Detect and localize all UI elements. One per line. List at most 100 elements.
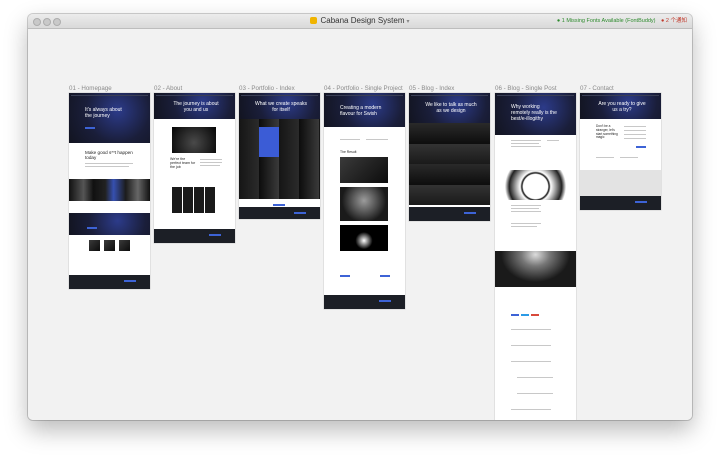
text-line <box>200 162 222 163</box>
blog-nav <box>411 95 488 96</box>
social-links <box>124 280 136 282</box>
text-line <box>366 139 388 140</box>
homepage-hero-title: It's always about the journey <box>85 107 122 119</box>
about-hero-title: The journey is about you and us <box>173 101 219 113</box>
artboard-label-contact[interactable]: 07 - Contact <box>580 85 614 92</box>
portfolio-load-more-button <box>273 204 285 206</box>
text-line <box>511 146 541 147</box>
team-photo <box>89 240 100 251</box>
text-line <box>511 211 541 212</box>
post-hero: Why working remotely really is the best/… <box>495 93 576 135</box>
portfolio-hero-title: What we create speaks for itself <box>255 101 307 113</box>
comment-line <box>511 361 551 362</box>
blog-hero: We like to talk as much as we design <box>409 93 490 123</box>
blog-post-grid <box>409 123 490 205</box>
homepage-band-button <box>87 227 97 229</box>
contact-nav <box>582 95 659 96</box>
project-photo <box>340 157 388 183</box>
portfolio-hero: What we create speaks for itself <box>239 93 320 119</box>
project-next-button <box>380 275 390 277</box>
homepage-hero-cta <box>85 127 95 129</box>
text-line <box>85 166 129 167</box>
artboard-portfolio-single[interactable]: Creating a modern flavour for Swish The … <box>324 93 405 309</box>
text-line <box>340 139 360 140</box>
about-nav <box>156 95 233 96</box>
contact-map <box>580 170 661 196</box>
artboard-label-portfolio-single[interactable]: 04 - Portfolio - Single Project <box>324 85 403 92</box>
text-line <box>511 223 541 224</box>
artboard-about[interactable]: The journey is about you and us We're th… <box>154 93 235 243</box>
blog-hero-title: We like to talk as much as we design <box>425 102 477 114</box>
artboard-homepage[interactable]: It's always about the journey Make good … <box>69 93 150 289</box>
text-line <box>511 143 539 144</box>
contact-submit-button <box>636 146 646 148</box>
social-links <box>294 212 306 214</box>
artboard-label-about[interactable]: 02 - About <box>154 85 182 92</box>
contact-hero: Are you ready to give us a try? <box>580 93 661 119</box>
form-field <box>624 138 646 139</box>
artboard-contact[interactable]: Are you ready to give us a try? Don't be… <box>580 93 661 210</box>
team-photo <box>119 240 130 251</box>
text-line <box>511 226 537 227</box>
title-bar-notifications: ● 1 Missing Fonts Available (FontBuddy) … <box>557 16 687 26</box>
social-links <box>464 212 476 214</box>
contact-hero-title: Are you ready to give us a try? <box>598 101 646 113</box>
contact-footer <box>580 196 661 210</box>
form-field <box>624 134 646 135</box>
project-prev-button <box>340 275 350 277</box>
missing-fonts-notice[interactable]: ● 1 Missing Fonts Available (FontBuddy) <box>557 18 656 24</box>
artboard-blog-single[interactable]: Why working remotely really is the best/… <box>495 93 576 420</box>
project-hero: Creating a modern flavour for Swish <box>324 93 405 127</box>
missing-fonts-text: 1 Missing Fonts Available (FontBuddy) <box>561 18 656 24</box>
sketch-app-icon <box>310 17 318 24</box>
text-line <box>200 165 220 166</box>
artboard-label-portfolio-index[interactable]: 03 - Portfolio - Index <box>239 85 295 92</box>
homepage-photo-strip <box>69 179 150 201</box>
project-nav <box>326 95 403 96</box>
blog-footer <box>409 207 490 221</box>
text-line <box>85 163 133 164</box>
text-line <box>511 208 539 209</box>
artboard-label-blog-single[interactable]: 06 - Blog - Single Post <box>495 85 557 92</box>
portfolio-nav <box>241 95 318 96</box>
about-team-grid <box>172 187 216 213</box>
project-photo <box>340 225 388 251</box>
about-footer <box>154 229 235 243</box>
design-canvas[interactable]: 01 - Homepage It's always about the jour… <box>28 29 692 420</box>
artboard-blog-index[interactable]: We like to talk as much as we design <box>409 93 490 221</box>
address-line <box>620 157 638 158</box>
post-nav <box>497 95 574 96</box>
homepage-footer <box>69 275 150 289</box>
team-photo <box>104 240 115 251</box>
social-links <box>209 234 221 236</box>
post-hero-title: Why working remotely really is the best/… <box>511 104 557 122</box>
about-hero: The journey is about you and us <box>154 93 235 119</box>
comment-line <box>511 409 551 410</box>
project-section-title: The Result <box>340 150 357 154</box>
artboard-label-homepage[interactable]: 01 - Homepage <box>69 85 112 92</box>
notifications-badge[interactable]: ● 2 个通知 <box>661 18 687 24</box>
comment-line <box>511 329 551 330</box>
homepage-cta-band <box>69 213 150 235</box>
post-clock-photo <box>495 170 576 200</box>
chevron-down-icon[interactable]: ▾ <box>407 19 410 25</box>
form-field <box>624 130 646 131</box>
comment-line <box>511 345 551 346</box>
title-bar: Cabana Design System ▾ ● 1 Missing Fonts … <box>28 14 692 29</box>
homepage-nav <box>71 95 148 96</box>
comment-line <box>517 377 553 378</box>
artboard-label-blog-index[interactable]: 05 - Blog - Index <box>409 85 454 92</box>
form-field <box>624 126 646 127</box>
artboard-portfolio-index[interactable]: What we create speaks for itself <box>239 93 320 219</box>
project-footer <box>324 295 405 309</box>
text-line <box>511 205 541 206</box>
homepage-headline: Make good s**t happen today <box>85 150 133 161</box>
portfolio-footer <box>239 207 320 219</box>
post-tunnel-photo <box>495 251 576 287</box>
project-photo <box>340 187 388 221</box>
project-hero-title: Creating a modern flavour for Swish <box>340 105 382 117</box>
text-line <box>511 140 541 141</box>
about-headline: We're the perfect team for the job <box>170 157 196 170</box>
portfolio-project-grid <box>239 119 320 199</box>
about-feature-photo <box>172 127 216 153</box>
